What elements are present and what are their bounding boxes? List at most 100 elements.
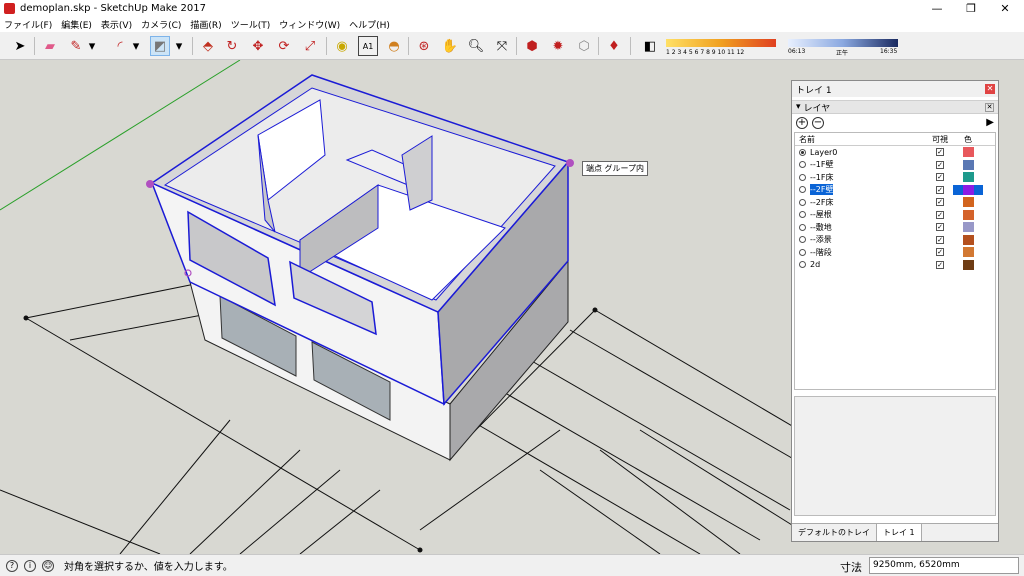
layer-color-swatch[interactable]: [962, 147, 974, 158]
layer-row[interactable]: --屋根 ✓: [795, 209, 995, 222]
layer-row[interactable]: --敷地 ✓: [795, 221, 995, 234]
pencil-dropdown-icon[interactable]: ▾: [86, 36, 98, 56]
add-layer-button[interactable]: +: [796, 117, 808, 129]
menu-help[interactable]: ヘルプ(H): [349, 18, 390, 31]
extension-warehouse-icon[interactable]: ✹: [548, 36, 568, 56]
month-slider[interactable]: [666, 39, 776, 47]
share-model-icon[interactable]: ⬡: [574, 36, 594, 56]
active-layer-radio[interactable]: [799, 236, 806, 244]
layer-name[interactable]: --1F床: [810, 172, 833, 183]
zoom-extents-icon[interactable]: ⤧: [492, 36, 512, 56]
menu-draw[interactable]: 描画(R): [190, 18, 221, 31]
push-pull-tool-icon[interactable]: ⬘: [198, 36, 218, 56]
delete-layer-button[interactable]: −: [812, 117, 824, 129]
active-layer-radio[interactable]: [799, 261, 806, 269]
layer-name[interactable]: 2d: [810, 260, 820, 269]
select-tool-icon[interactable]: ➤: [10, 36, 30, 56]
menu-window[interactable]: ウィンドウ(W): [279, 18, 340, 31]
arc-tool-icon[interactable]: ◜: [110, 36, 130, 56]
layer-row[interactable]: --階段 ✓: [795, 246, 995, 259]
layer-color-swatch[interactable]: [962, 209, 974, 220]
layer-visible-checkbox[interactable]: ✓: [936, 260, 944, 269]
active-layer-radio[interactable]: [799, 148, 806, 156]
paint-bucket-icon[interactable]: ◓: [384, 36, 404, 56]
layer-name[interactable]: --添景: [810, 234, 832, 245]
rotate-tool-icon[interactable]: ⟳: [274, 36, 294, 56]
layer-row[interactable]: --1F床 ✓: [795, 171, 995, 184]
layer-visible-checkbox[interactable]: ✓: [936, 198, 944, 207]
tape-measure-icon[interactable]: ◉: [332, 36, 352, 56]
column-color[interactable]: 色: [953, 134, 983, 145]
menu-view[interactable]: 表示(V): [101, 18, 132, 31]
layers-panel-header[interactable]: ▾ レイヤ ✕: [792, 100, 998, 114]
text-tool-icon[interactable]: A1: [358, 36, 378, 56]
user-icon[interactable]: ☺: [42, 559, 54, 572]
shadows-toggle-icon[interactable]: ◧: [640, 36, 660, 56]
minimize-button[interactable]: —: [922, 0, 952, 17]
layer-visible-checkbox[interactable]: ✓: [936, 223, 944, 232]
layer-name[interactable]: --敷地: [810, 222, 832, 233]
layer-visible-checkbox[interactable]: ✓: [936, 235, 944, 244]
credits-icon[interactable]: i: [24, 559, 36, 572]
layer-color-swatch[interactable]: [962, 172, 974, 183]
geo-location-icon[interactable]: ?: [6, 559, 18, 572]
layer-visible-checkbox[interactable]: ✓: [936, 160, 944, 169]
active-layer-radio[interactable]: [799, 173, 806, 181]
pencil-tool-icon[interactable]: ✎: [66, 36, 86, 56]
layer-name[interactable]: --階段: [810, 247, 832, 258]
layer-visible-checkbox[interactable]: ✓: [936, 210, 944, 219]
layer-color-swatch[interactable]: [962, 234, 974, 245]
column-name[interactable]: 名前: [795, 134, 927, 145]
layer-visible-checkbox[interactable]: ✓: [936, 248, 944, 257]
active-layer-radio[interactable]: [799, 186, 806, 194]
pan-tool-icon[interactable]: ✋: [440, 36, 460, 56]
layer-color-swatch[interactable]: [962, 197, 974, 208]
active-layer-radio[interactable]: [799, 248, 806, 256]
layer-color-swatch[interactable]: [962, 222, 974, 233]
layer-name[interactable]: --1F壁: [810, 159, 833, 170]
layer-row[interactable]: --1F壁 ✓: [795, 159, 995, 172]
menu-edit[interactable]: 編集(E): [61, 18, 92, 31]
details-arrow-icon[interactable]: ▶: [986, 117, 994, 128]
measurements-input[interactable]: 9250mm, 6520mm: [869, 557, 1019, 574]
layer-visible-checkbox[interactable]: ✓: [936, 173, 944, 182]
follow-me-tool-icon[interactable]: ↻: [222, 36, 242, 56]
extension-manager-icon[interactable]: ♦: [604, 36, 624, 56]
warehouse-icon[interactable]: ⬢: [522, 36, 542, 56]
layer-row[interactable]: --添景 ✓: [795, 234, 995, 247]
arc-dropdown-icon[interactable]: ▾: [130, 36, 142, 56]
menu-camera[interactable]: カメラ(C): [141, 18, 181, 31]
orbit-tool-icon[interactable]: ⊛: [414, 36, 434, 56]
active-layer-radio[interactable]: [799, 211, 806, 219]
layer-row[interactable]: Layer0 ✓: [795, 146, 995, 159]
layer-name[interactable]: --屋根: [810, 209, 832, 220]
active-layer-radio[interactable]: [799, 161, 806, 169]
tray-close-button[interactable]: ✕: [985, 84, 995, 94]
layer-color-swatch[interactable]: [962, 184, 974, 195]
active-layer-radio[interactable]: [799, 198, 806, 206]
panel-close-button[interactable]: ✕: [985, 103, 994, 112]
layer-name[interactable]: Layer0: [810, 148, 837, 157]
layer-color-swatch[interactable]: [962, 259, 974, 270]
menu-file[interactable]: ファイル(F): [4, 18, 52, 31]
layer-row[interactable]: --2F壁 ✓: [795, 184, 995, 197]
layer-color-swatch[interactable]: [962, 247, 974, 258]
layer-visible-checkbox[interactable]: ✓: [936, 148, 944, 157]
layer-visible-checkbox[interactable]: ✓: [936, 185, 944, 194]
rectangle-tool-icon[interactable]: ◩: [150, 36, 170, 56]
scale-tool-icon[interactable]: ⤢: [300, 36, 320, 56]
layer-name[interactable]: --2F壁: [810, 184, 834, 196]
zoom-tool-icon[interactable]: 🔍︎: [466, 36, 486, 56]
column-visible[interactable]: 可視: [927, 134, 953, 145]
tab-tray-1[interactable]: トレイ 1: [877, 524, 922, 541]
layer-color-swatch[interactable]: [962, 159, 974, 170]
rectangle-dropdown-icon[interactable]: ▾: [172, 36, 186, 56]
active-layer-radio[interactable]: [799, 223, 806, 231]
menu-tools[interactable]: ツール(T): [231, 18, 271, 31]
layer-row[interactable]: 2d ✓: [795, 259, 995, 272]
tab-default-tray[interactable]: デフォルトのトレイ: [792, 524, 877, 541]
close-button[interactable]: ✕: [990, 0, 1020, 17]
layer-name[interactable]: --2F床: [810, 197, 833, 208]
time-slider[interactable]: [788, 39, 898, 47]
layer-row[interactable]: --2F床 ✓: [795, 196, 995, 209]
